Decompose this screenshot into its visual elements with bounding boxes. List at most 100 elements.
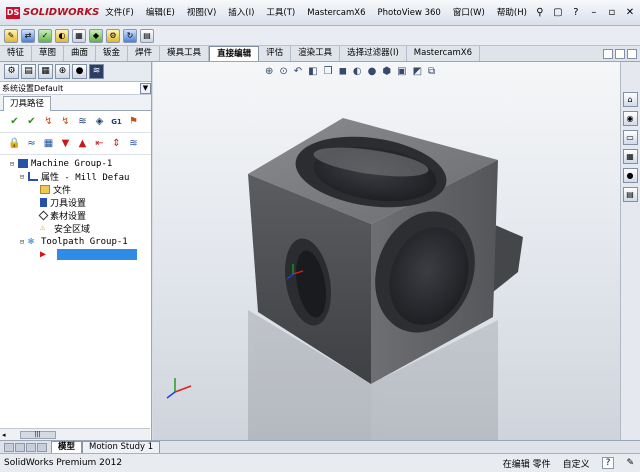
tab-sheet-metal[interactable]: 钣金 (96, 46, 129, 61)
collapse-icon[interactable]: ⊟ (8, 160, 16, 168)
menu-view[interactable]: 视图(V) (181, 0, 222, 26)
select-dirty-icon[interactable]: ✔ (25, 116, 38, 127)
tab-mastercam[interactable]: MastercamX6 (407, 46, 481, 61)
toggle-post-icon[interactable]: ▦ (42, 138, 55, 149)
tab-features[interactable]: 特征 (0, 46, 33, 61)
verify-icon[interactable]: ◆ (89, 28, 103, 43)
collapse-icon[interactable]: ⊟ (18, 238, 26, 246)
tab-model[interactable]: 模型 (51, 441, 83, 453)
graphics-area[interactable]: ⊕ ⊙ ↶ ◧ ❒ ◼ ◐ ● ⬢ ▣ ◩ ⧉ (153, 62, 620, 440)
tab-selection-filter[interactable]: 选择过滤器(I) (340, 46, 407, 61)
high-speed-icon[interactable]: ⚑ (127, 116, 140, 127)
scroll-left-icon[interactable]: ◂ (0, 431, 6, 439)
toggle-display-icon[interactable]: ≈ (25, 138, 38, 149)
menu-photoview[interactable]: PhotoView 360 (371, 0, 446, 26)
insert-arrow-icon[interactable]: ⇤ (93, 138, 106, 149)
prev-tab-icon[interactable] (15, 442, 25, 452)
part-model[interactable] (153, 62, 620, 440)
tab-sketch[interactable]: 草图 (32, 46, 65, 61)
select-all-icon[interactable]: ✔ (8, 116, 21, 127)
first-tab-icon[interactable] (4, 442, 14, 452)
tab-motion-study[interactable]: Motion Study 1 (82, 441, 161, 453)
model-tab-bar: 模型 Motion Study 1 (0, 440, 640, 453)
file-explorer-icon[interactable]: ▭ (622, 130, 638, 145)
menu-tools[interactable]: 工具(T) (260, 0, 301, 26)
tree-stock-settings[interactable]: 素材设置 (0, 209, 151, 222)
custom-properties-icon[interactable]: ▤ (622, 187, 638, 202)
scroll-thumb[interactable]: ||| (19, 430, 56, 439)
tree-safety-zone[interactable]: ⚠ 安全区域 (0, 222, 151, 236)
only-display-icon[interactable]: ≋ (127, 138, 140, 149)
pencil-icon[interactable]: ✎ (626, 458, 634, 468)
doc-close-icon[interactable] (627, 48, 637, 59)
tree-toolpath-group[interactable]: ⊟ ✻ Toolpath Group-1 (0, 235, 151, 248)
doc-restore-icon[interactable] (615, 48, 625, 59)
new-document-icon[interactable]: ▢ (551, 7, 565, 18)
minimize-icon[interactable]: – (587, 7, 601, 18)
tab-weldments[interactable]: 焊件 (128, 46, 161, 61)
status-help[interactable]: ? (601, 457, 615, 469)
home-icon[interactable]: ⌂ (622, 92, 638, 107)
status-custom[interactable]: 自定义 (563, 457, 590, 470)
tab-render-tools[interactable]: 渲染工具 (291, 46, 341, 61)
last-tab-icon[interactable] (37, 442, 47, 452)
appearances-icon[interactable]: ● (622, 168, 638, 183)
mill-icon[interactable]: ⚙ (106, 28, 120, 43)
help-dropdown-icon[interactable]: ? (569, 7, 583, 18)
tree-tool-settings[interactable]: 刀具设置 (0, 196, 151, 209)
menu-insert[interactable]: 插入(I) (222, 0, 260, 26)
restore-icon[interactable]: ▫ (605, 7, 619, 18)
command-manager-tabs: 特征 草图 曲面 钣金 焊件 模具工具 直接编辑 评估 渲染工具 选择过滤器(I… (0, 46, 640, 62)
tree-files[interactable]: 文件 (0, 183, 151, 196)
property-manager-icon[interactable]: ▤ (21, 64, 36, 79)
machine-select[interactable]: 系统设置Default ▼ (0, 82, 151, 95)
doc-minimize-icon[interactable] (603, 48, 613, 59)
regenerate-icon[interactable]: ↯ (42, 116, 55, 127)
design-library-icon[interactable]: ◉ (622, 111, 638, 126)
next-tab-icon[interactable] (26, 442, 36, 452)
tree-insert-marker[interactable]: ▶ (0, 248, 151, 261)
verify-icon[interactable]: ◈ (93, 116, 106, 127)
menu-help[interactable]: 帮助(H) (491, 0, 533, 26)
toolpath-icon[interactable]: ↻ (123, 28, 137, 43)
menu-file[interactable]: 文件(F) (99, 0, 140, 26)
lock-icon[interactable]: 🔒 (8, 138, 21, 149)
pin-icon[interactable]: ⚲ (533, 7, 547, 18)
feature-manager-icon[interactable]: ⚙ (4, 64, 19, 79)
grid-icon[interactable]: ▦ (72, 28, 86, 43)
tree-properties[interactable]: ⊟ 属性 - Mill Defau (0, 170, 151, 183)
move-up-icon[interactable]: ▲ (76, 138, 89, 149)
mastercam-manager-icon[interactable]: ≋ (89, 64, 104, 79)
collapse-icon[interactable]: ⊟ (18, 173, 26, 181)
tool-settings-label: 刀具设置 (50, 199, 87, 209)
display-manager-icon[interactable]: ● (72, 64, 87, 79)
tab-evaluate[interactable]: 评估 (259, 46, 292, 61)
tab-mold-tools[interactable]: 模具工具 (160, 46, 210, 61)
tab-direct-editing[interactable]: 直接编辑 (209, 46, 260, 61)
post-g1-icon[interactable]: G1 (110, 118, 123, 126)
scroll-arrow-icon[interactable]: ⇕ (110, 138, 123, 149)
regenerate-dirty-icon[interactable]: ↯ (59, 116, 72, 127)
configuration-manager-icon[interactable]: ▦ (38, 64, 53, 79)
convert-icon[interactable]: ⇄ (21, 28, 35, 43)
view-palette-icon[interactable]: ▦ (622, 149, 638, 164)
chevron-down-icon[interactable]: ▼ (140, 82, 151, 94)
post-icon[interactable]: ▤ (140, 28, 154, 43)
sketch-tool-icon[interactable]: ✎ (4, 28, 18, 43)
menu-window[interactable]: 窗口(W) (447, 0, 491, 26)
tree-machine-group[interactable]: ⊟ Machine Group-1 (0, 157, 151, 170)
close-icon[interactable]: ✕ (623, 7, 637, 18)
tool-icon[interactable]: ◐ (55, 28, 69, 43)
tree-horizontal-scrollbar[interactable]: ◂ ||| (0, 428, 150, 440)
move-down-icon[interactable]: ▼ (59, 138, 72, 149)
check-icon[interactable]: ✓ (38, 28, 52, 43)
solidworks-logo[interactable]: DS SOLIDWORKS (0, 6, 99, 19)
tab-toolpaths[interactable]: 刀具路径 (3, 96, 52, 111)
backplot-icon[interactable]: ≋ (76, 116, 89, 127)
dimxpert-icon[interactable]: ⊕ (55, 64, 70, 79)
tab-surfaces[interactable]: 曲面 (64, 46, 97, 61)
menu-mastercam[interactable]: MastercamX6 (301, 0, 371, 26)
ds-logo-icon: DS (6, 6, 20, 19)
menu-edit[interactable]: 编辑(E) (140, 0, 181, 26)
selected-insert-position[interactable] (57, 249, 137, 260)
